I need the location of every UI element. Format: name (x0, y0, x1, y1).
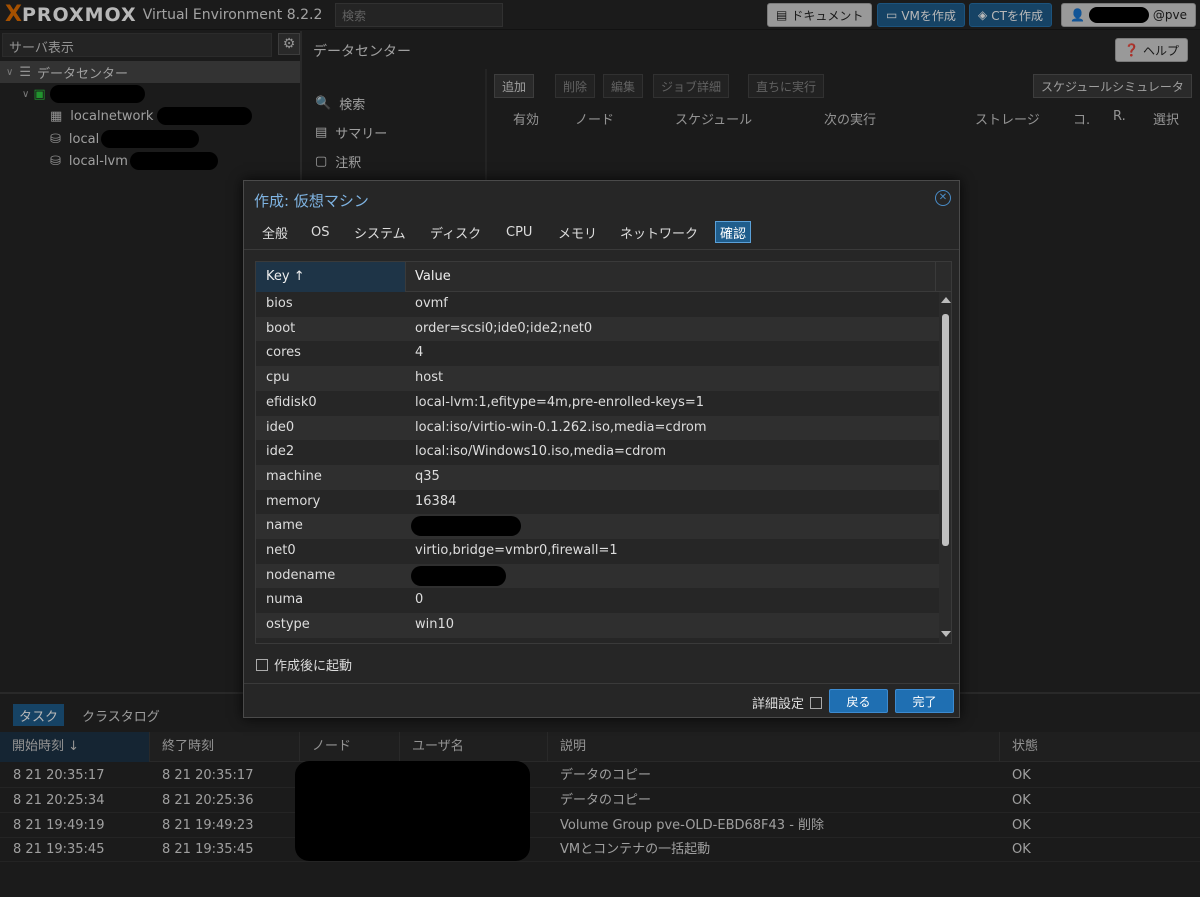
column-header-value[interactable]: Value (406, 262, 936, 292)
grid-row[interactable]: memory 16384 (256, 490, 939, 515)
tab-disk[interactable]: ディスク (426, 221, 485, 243)
grid-scrollbar[interactable] (939, 292, 951, 643)
advanced-label: 詳細設定 (752, 697, 805, 712)
tab-system[interactable]: システム (350, 221, 410, 243)
grid-row[interactable]: net0 virtio,bridge=vmbr0,firewall=1 (256, 539, 939, 564)
grid-cell-key: bios (266, 296, 293, 311)
tab-os[interactable]: OS (307, 221, 333, 243)
grid-row[interactable]: ide0 local:iso/virtio-win-0.1.262.iso,med… (256, 415, 939, 441)
start-after-create-checkbox[interactable]: 作成後に起動 (256, 655, 352, 674)
grid-row[interactable]: ide2 local:iso/Windows10.iso,media=cdrom (256, 440, 939, 465)
grid-cell-key: nodename (266, 567, 336, 583)
advanced-checkbox[interactable]: 詳細設定 (752, 693, 823, 712)
grid-row[interactable]: numa 0 (256, 588, 939, 613)
grid-cell-key: numa (266, 592, 304, 608)
grid-header: Key ↑ Value (256, 262, 951, 292)
grid-row[interactable]: machine q35 (256, 464, 939, 490)
grid-cell-key: ostype (266, 617, 310, 633)
grid-row[interactable]: ostype win10 (256, 613, 939, 638)
grid-row[interactable]: cores 4 (256, 341, 939, 366)
grid-cell-value: order=scsi0;ide0;ide2;net0 (415, 320, 593, 336)
grid-cell-value: q35 (415, 468, 440, 484)
create-vm-dialog: 作成: 仮想マシン ✕ 全般 OS システム ディスク CPU メモリ ネットワ… (243, 180, 960, 718)
finish-button[interactable]: 完了 (895, 689, 954, 713)
tab-network[interactable]: ネットワーク (616, 221, 702, 243)
grid-cell-value: win10 (415, 617, 455, 633)
scroll-up-icon[interactable] (941, 297, 951, 303)
scroll-down-icon[interactable] (941, 631, 951, 637)
grid-row[interactable]: efidisk0 local-lvm:1,efitype=4m,pre-enrol… (256, 391, 939, 416)
grid-row[interactable]: boot order=scsi0;ide0;ide2;net0 (256, 316, 939, 342)
close-icon[interactable]: ✕ (935, 190, 951, 206)
grid-cell-value: host (415, 370, 444, 386)
dialog-footer: 詳細設定 戻る 完了 (244, 683, 959, 717)
grid-cell-value: local:iso/virtio-win-0.1.262.iso,media=c… (415, 419, 707, 435)
grid-cell-key: cores (266, 345, 301, 361)
grid-cell-key: cpu (266, 370, 290, 386)
scroll-thumb[interactable] (942, 314, 949, 546)
grid-cell-key: efidisk0 (266, 394, 317, 410)
grid-row[interactable]: cpu host (256, 366, 939, 391)
grid-cell-value: 16384 (415, 493, 457, 509)
tab-cpu[interactable]: CPU (502, 221, 536, 243)
redacted-value (411, 516, 521, 537)
grid-cell-value: ovmf (415, 296, 448, 311)
grid-cell-key: net0 (266, 543, 296, 558)
grid-cell-value: 4 (415, 345, 424, 361)
grid-cell-key: name (266, 518, 303, 534)
grid-cell-value: local:iso/Windows10.iso,media=cdrom (415, 444, 667, 460)
grid-cell-key: ide0 (266, 419, 295, 435)
grid-cell-value: local-lvm:1,efitype=4m,pre-enrolled-keys… (415, 394, 705, 410)
checkbox-icon[interactable] (810, 696, 823, 709)
grid-cell-key: machine (266, 468, 322, 484)
column-header-key[interactable]: Key ↑ (256, 262, 406, 292)
grid-row[interactable]: nodename (256, 563, 939, 589)
back-button[interactable]: 戻る (829, 689, 888, 713)
grid-cell-key: boot (266, 320, 296, 336)
redacted-value (411, 565, 506, 586)
grid-cell-key: memory (266, 493, 321, 509)
grid-cell-key: ide2 (266, 444, 295, 460)
dialog-title: 作成: 仮想マシン (254, 192, 369, 210)
summary-grid: Key ↑ Value bios ovmf boot order=scsi0;ide0… (255, 261, 952, 644)
grid-row[interactable]: name (256, 514, 939, 539)
grid-cell-value: virtio,bridge=vmbr0,firewall=1 (415, 543, 618, 558)
tab-divider (244, 249, 959, 250)
grid-cell-value: 0 (415, 592, 424, 608)
checkbox-icon[interactable] (256, 658, 268, 671)
grid-row[interactable]: bios ovmf (256, 292, 939, 317)
tab-general[interactable]: 全般 (258, 221, 292, 243)
tab-confirm[interactable]: 確認 (715, 221, 752, 243)
checkbox-label: 作成後に起動 (274, 659, 353, 674)
tab-memory[interactable]: メモリ (554, 221, 601, 243)
